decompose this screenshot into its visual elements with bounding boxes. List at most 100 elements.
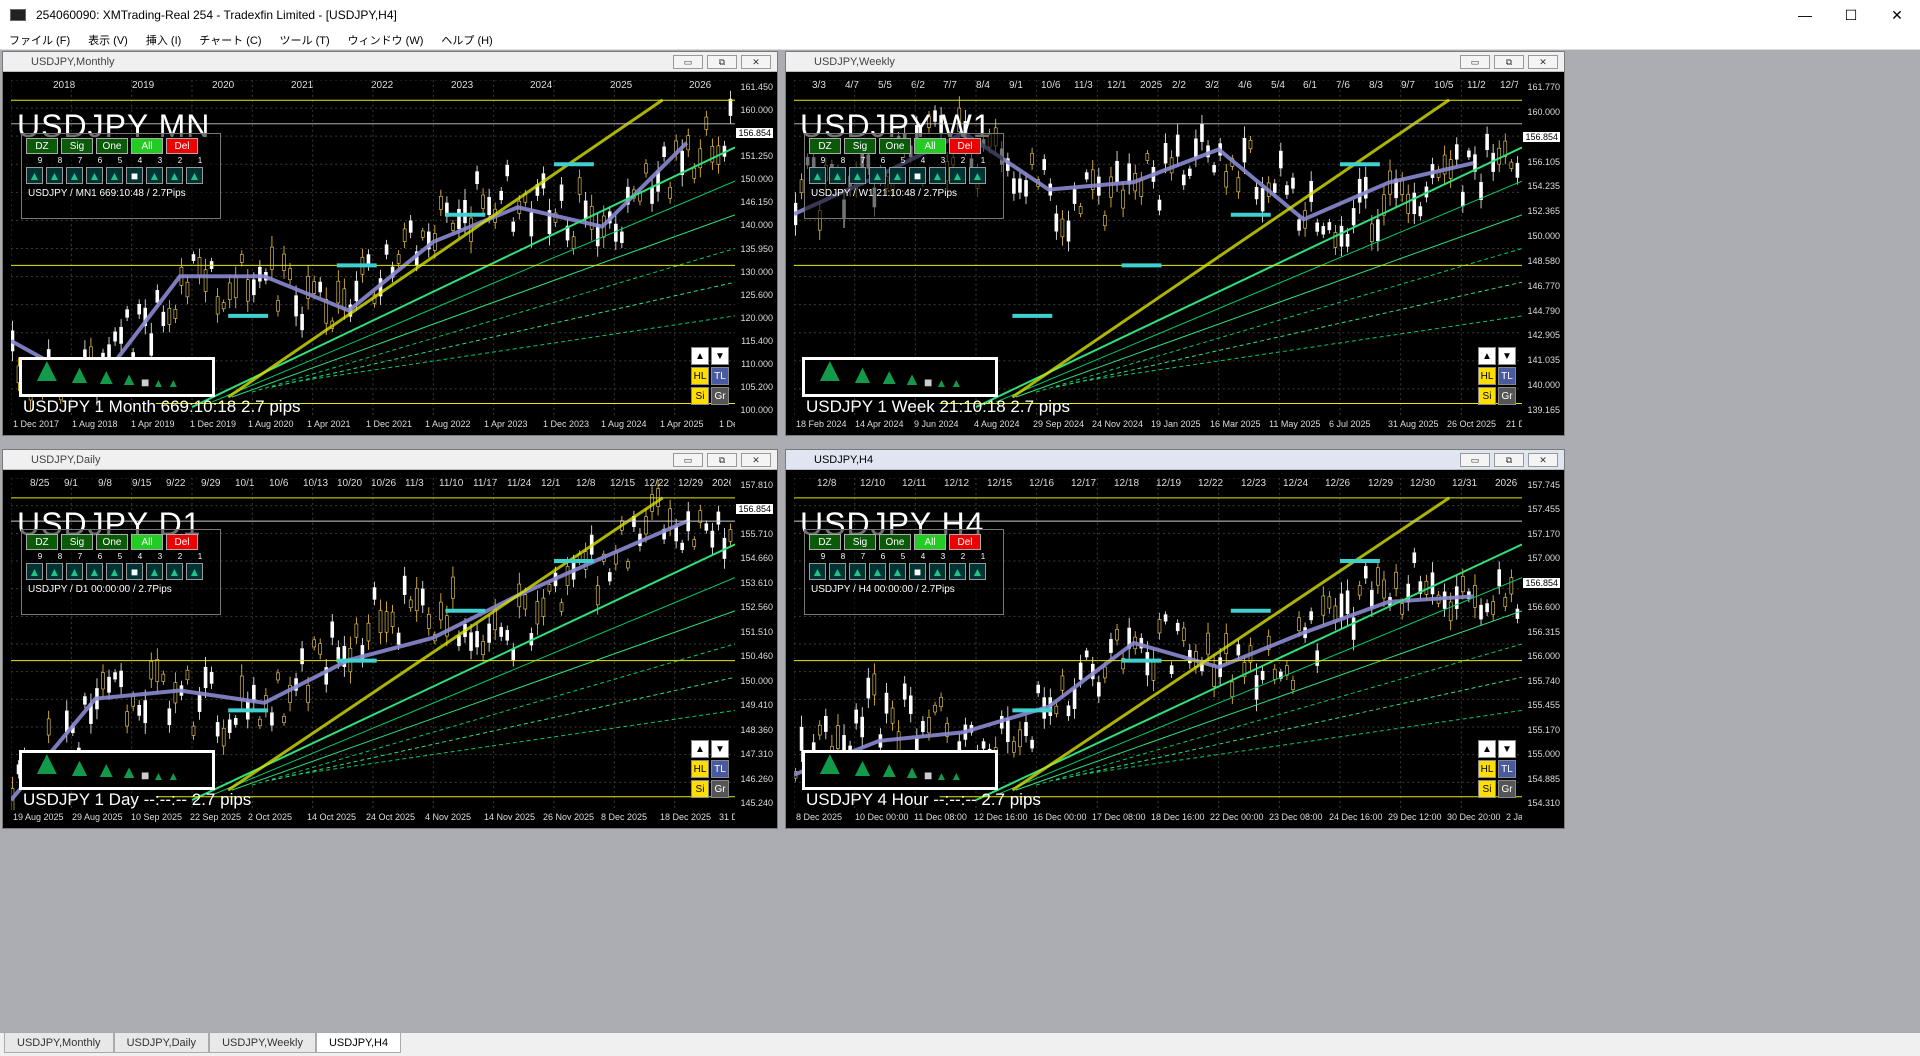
triangle-up-icon[interactable]: ▲: [849, 167, 866, 184]
chart-close-button[interactable]: ✕: [741, 453, 771, 467]
square-icon[interactable]: ■: [126, 167, 143, 184]
triangle-up-icon[interactable]: ▲: [869, 563, 886, 580]
triangle-up-icon[interactable]: ▲: [166, 563, 183, 580]
triangle-up-icon[interactable]: ▲: [949, 563, 966, 580]
triangle-up-icon[interactable]: ▲: [146, 563, 163, 580]
triangle-up-icon[interactable]: ▲: [809, 563, 826, 580]
hl-button[interactable]: HL: [1478, 760, 1496, 778]
all-button[interactable]: All: [914, 534, 946, 550]
tab-h4[interactable]: USDJPY,H4: [315, 1033, 402, 1053]
triangle-up-icon[interactable]: ▲: [889, 167, 906, 184]
hl-button[interactable]: HL: [1478, 367, 1496, 385]
gr-button[interactable]: Gr: [1498, 387, 1516, 405]
triangle-up-icon[interactable]: ▲: [929, 563, 946, 580]
si-button[interactable]: Si: [691, 387, 709, 405]
triangle-up-icon[interactable]: ▲: [46, 167, 63, 184]
close-button[interactable]: ✕: [1874, 0, 1920, 30]
triangle-up-icon[interactable]: ▲: [929, 167, 946, 184]
chart-restore-button[interactable]: ⧉: [707, 55, 737, 69]
square-icon[interactable]: ■: [909, 167, 926, 184]
one-button[interactable]: One: [96, 138, 128, 154]
dz-button[interactable]: DZ: [809, 534, 841, 550]
square-icon[interactable]: ■: [909, 563, 926, 580]
chart-restore-button[interactable]: ⧉: [1494, 453, 1524, 467]
del-button[interactable]: Del: [166, 534, 198, 550]
arrow-down-button[interactable]: ▼: [1498, 740, 1516, 758]
dz-button[interactable]: DZ: [26, 534, 58, 550]
chart-window-1[interactable]: USDJPY,Weekly ▭ ⧉ ✕ 3/3 4/7 5/5 6/2 7/7 8/4 9/1 10…: [785, 51, 1565, 436]
chart-close-button[interactable]: ✕: [1528, 453, 1558, 467]
arrow-up-button[interactable]: ▲: [1478, 740, 1496, 758]
triangle-up-icon[interactable]: ▲: [66, 167, 83, 184]
triangle-up-icon[interactable]: ▲: [889, 563, 906, 580]
triangle-up-icon[interactable]: ▲: [66, 563, 83, 580]
chart-close-button[interactable]: ✕: [741, 55, 771, 69]
triangle-up-icon[interactable]: ▲: [829, 563, 846, 580]
chart-restore-button[interactable]: ⧉: [707, 453, 737, 467]
arrow-down-button[interactable]: ▼: [711, 740, 729, 758]
tl-button[interactable]: TL: [711, 367, 729, 385]
arrow-up-button[interactable]: ▲: [691, 347, 709, 365]
sig-button[interactable]: Sig: [844, 138, 876, 154]
triangle-up-icon[interactable]: ▲: [146, 167, 163, 184]
sig-button[interactable]: Sig: [61, 138, 93, 154]
tab-daily[interactable]: USDJPY,Daily: [113, 1033, 210, 1053]
chart-minimize-button[interactable]: ▭: [1460, 453, 1490, 467]
arrow-down-button[interactable]: ▼: [711, 347, 729, 365]
square-icon[interactable]: ■: [126, 563, 143, 580]
chart-minimize-button[interactable]: ▭: [1460, 55, 1490, 69]
chart-window-title[interactable]: USDJPY,Monthly ▭ ⧉ ✕: [3, 52, 777, 72]
tab-monthly[interactable]: USDJPY,Monthly: [4, 1033, 114, 1053]
arrow-up-button[interactable]: ▲: [691, 740, 709, 758]
chart-minimize-button[interactable]: ▭: [673, 55, 703, 69]
sig-button[interactable]: Sig: [844, 534, 876, 550]
chart-close-button[interactable]: ✕: [1528, 55, 1558, 69]
triangle-up-icon[interactable]: ▲: [26, 167, 43, 184]
all-button[interactable]: All: [131, 534, 163, 550]
dz-button[interactable]: DZ: [809, 138, 841, 154]
chart-window-3[interactable]: USDJPY,H4 ▭ ⧉ ✕ 12/8 12/10 12/11 12/12 12/15 12/…: [785, 449, 1565, 829]
triangle-up-icon[interactable]: ▲: [869, 167, 886, 184]
tl-button[interactable]: TL: [711, 760, 729, 778]
gr-button[interactable]: Gr: [711, 780, 729, 798]
all-button[interactable]: All: [131, 138, 163, 154]
menu-chart[interactable]: チャート (C): [190, 32, 270, 48]
triangle-up-icon[interactable]: ▲: [166, 167, 183, 184]
tab-weekly[interactable]: USDJPY,Weekly: [209, 1033, 316, 1053]
chart-restore-button[interactable]: ⧉: [1494, 55, 1524, 69]
gr-button[interactable]: Gr: [1498, 780, 1516, 798]
gr-button[interactable]: Gr: [711, 387, 729, 405]
si-button[interactable]: Si: [1478, 780, 1496, 798]
triangle-up-icon[interactable]: ▲: [186, 167, 203, 184]
menu-view[interactable]: 表示 (V): [79, 32, 137, 48]
hl-button[interactable]: HL: [691, 367, 709, 385]
triangle-up-icon[interactable]: ▲: [106, 563, 123, 580]
dz-button[interactable]: DZ: [26, 138, 58, 154]
triangle-up-icon[interactable]: ▲: [186, 563, 203, 580]
triangle-up-icon[interactable]: ▲: [829, 167, 846, 184]
triangle-up-icon[interactable]: ▲: [809, 167, 826, 184]
triangle-up-icon[interactable]: ▲: [86, 563, 103, 580]
triangle-up-icon[interactable]: ▲: [969, 563, 986, 580]
menu-window[interactable]: ウィンドウ (W): [339, 32, 433, 48]
hl-button[interactable]: HL: [691, 760, 709, 778]
tl-button[interactable]: TL: [1498, 760, 1516, 778]
one-button[interactable]: One: [879, 138, 911, 154]
all-button[interactable]: All: [914, 138, 946, 154]
arrow-up-button[interactable]: ▲: [1478, 347, 1496, 365]
triangle-up-icon[interactable]: ▲: [849, 563, 866, 580]
del-button[interactable]: Del: [949, 534, 981, 550]
minimize-button[interactable]: —: [1782, 0, 1828, 30]
si-button[interactable]: Si: [691, 780, 709, 798]
chart-window-title[interactable]: USDJPY,Weekly ▭ ⧉ ✕: [786, 52, 1564, 72]
arrow-down-button[interactable]: ▼: [1498, 347, 1516, 365]
chart-window-0[interactable]: USDJPY,Monthly ▭ ⧉ ✕ 2018 2019 2020 2021 2022 20…: [2, 51, 778, 436]
chart-window-2[interactable]: USDJPY,Daily ▭⧉✕8/259/19/89/159/229/2910…: [2, 449, 778, 829]
menu-file[interactable]: ファイル (F): [0, 32, 79, 48]
triangle-up-icon[interactable]: ▲: [86, 167, 103, 184]
triangle-up-icon[interactable]: ▲: [46, 563, 63, 580]
tl-button[interactable]: TL: [1498, 367, 1516, 385]
triangle-up-icon[interactable]: ▲: [949, 167, 966, 184]
menu-tools[interactable]: ツール (T): [271, 32, 339, 48]
del-button[interactable]: Del: [166, 138, 198, 154]
